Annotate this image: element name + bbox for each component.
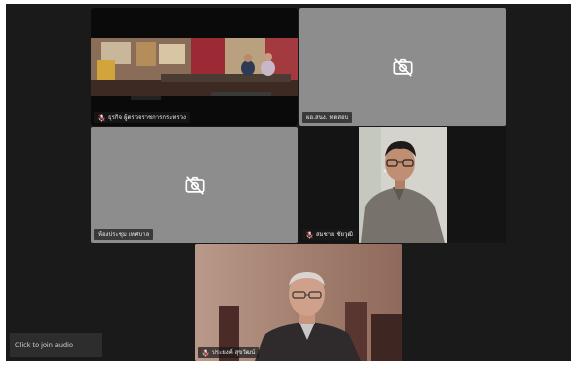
mic-muted-icon [202, 348, 209, 357]
participant-name-tag: ผอ.สนง. ทดสอบ [302, 112, 353, 123]
participant-tile-1[interactable]: ธุรกิจ ผู้ตรวจราชการกระทรวง [91, 8, 298, 126]
video-gallery: ธุรกิจ ผู้ตรวจราชการกระทรวง ผอ.สนง. ทดสอ… [6, 4, 571, 361]
participant-name-tag: สมชาย ชัยวุฒิ [302, 229, 357, 240]
participant-name: ประยงค์ สุขวัฒน์ [212, 349, 256, 356]
mic-muted-icon [98, 113, 105, 122]
camera-off-icon [392, 58, 413, 77]
conference-room-video [91, 8, 298, 126]
participant-name: สมชาย ชัยวุฒิ [316, 231, 353, 238]
participant-tile-4[interactable]: สมชาย ชัยวุฒิ [299, 127, 506, 243]
participant-tile-3[interactable]: ห้องประชุม เทศบาล [91, 127, 298, 243]
mic-muted-icon [306, 230, 313, 239]
participant-name-tag: ธุรกิจ ผู้ตรวจราชการกระทรวง [94, 112, 190, 123]
participant-video [299, 127, 506, 243]
participant-name: ผอ.สนง. ทดสอบ [306, 114, 349, 121]
participant-name-tag: ห้องประชุม เทศบาล [94, 229, 154, 240]
camera-off-icon [184, 176, 205, 195]
participant-name: ห้องประชุม เทศบาล [98, 231, 150, 238]
participant-name: ธุรกิจ ผู้ตรวจราชการกระทรวง [108, 114, 186, 121]
join-audio-label: Click to join audio [15, 341, 73, 349]
participant-video [195, 244, 402, 361]
join-audio-button[interactable]: Click to join audio [10, 333, 102, 357]
participant-tile-5[interactable]: ประยงค์ สุขวัฒน์ [195, 244, 402, 361]
participant-name-tag: ประยงค์ สุขวัฒน์ [198, 347, 260, 358]
participant-tile-2[interactable]: ผอ.สนง. ทดสอบ [299, 8, 506, 126]
